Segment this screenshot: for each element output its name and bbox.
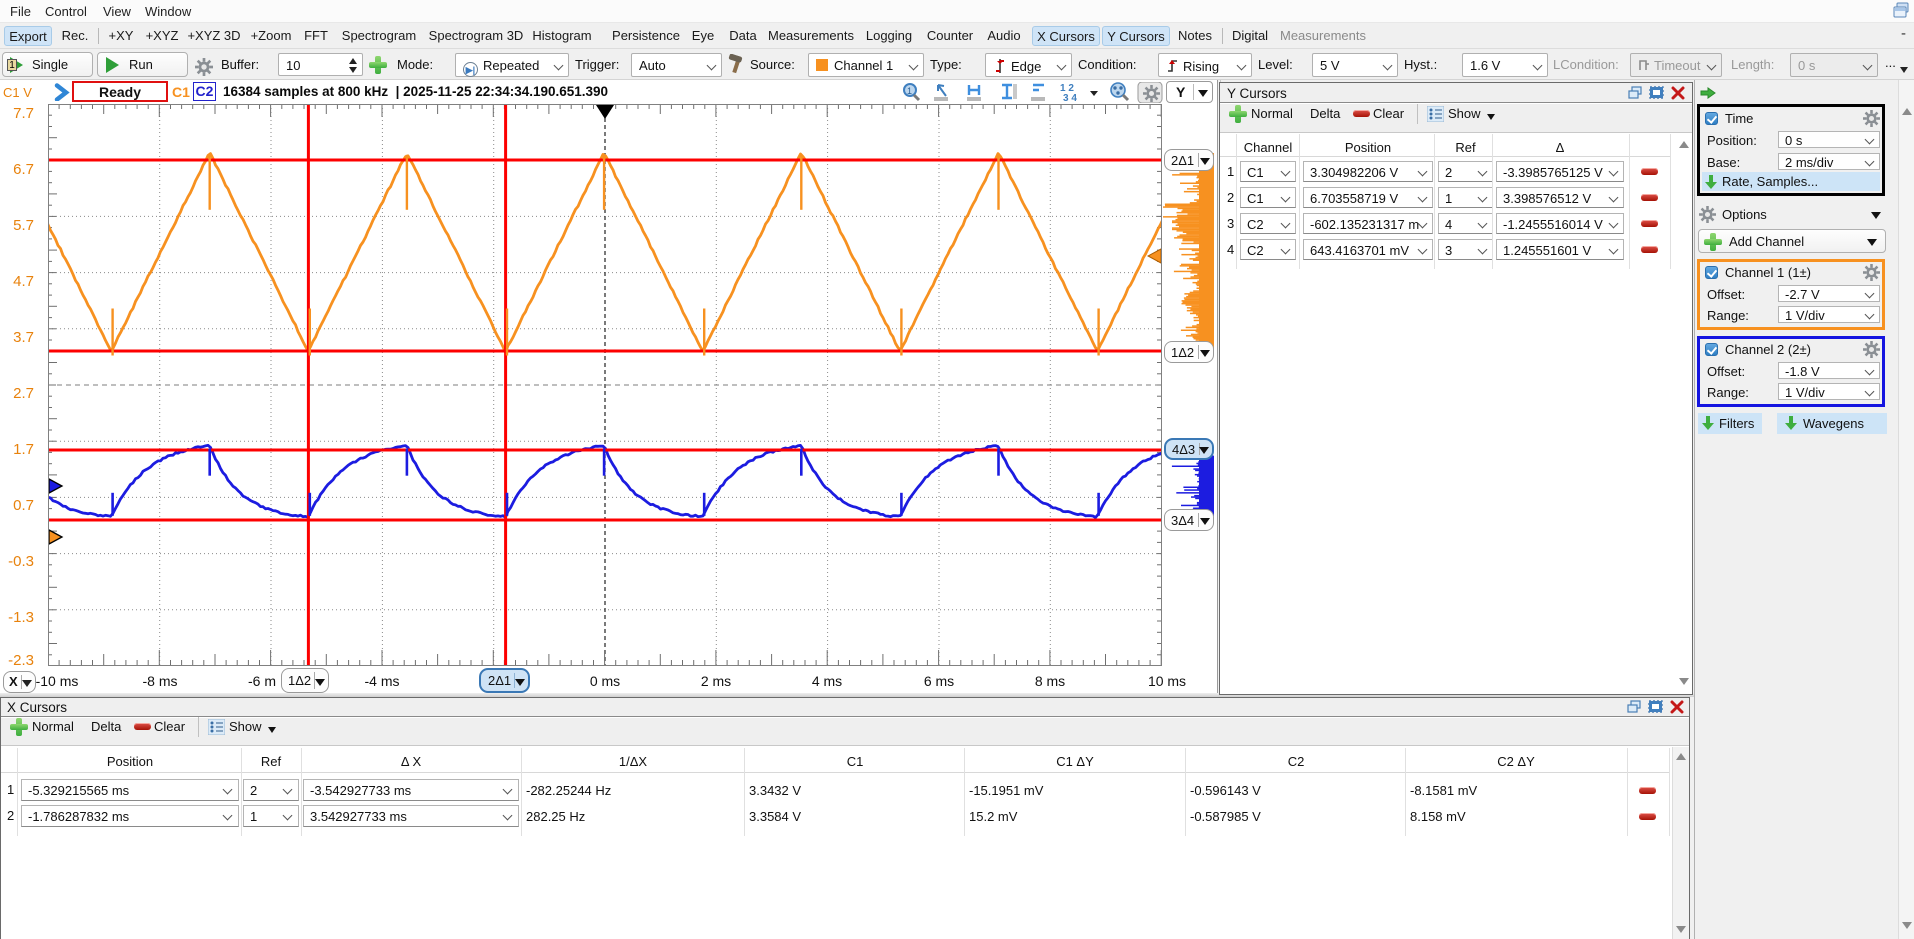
svg-text:1: 1 xyxy=(907,86,912,96)
svg-text:3 4: 3 4 xyxy=(1063,93,1077,103)
